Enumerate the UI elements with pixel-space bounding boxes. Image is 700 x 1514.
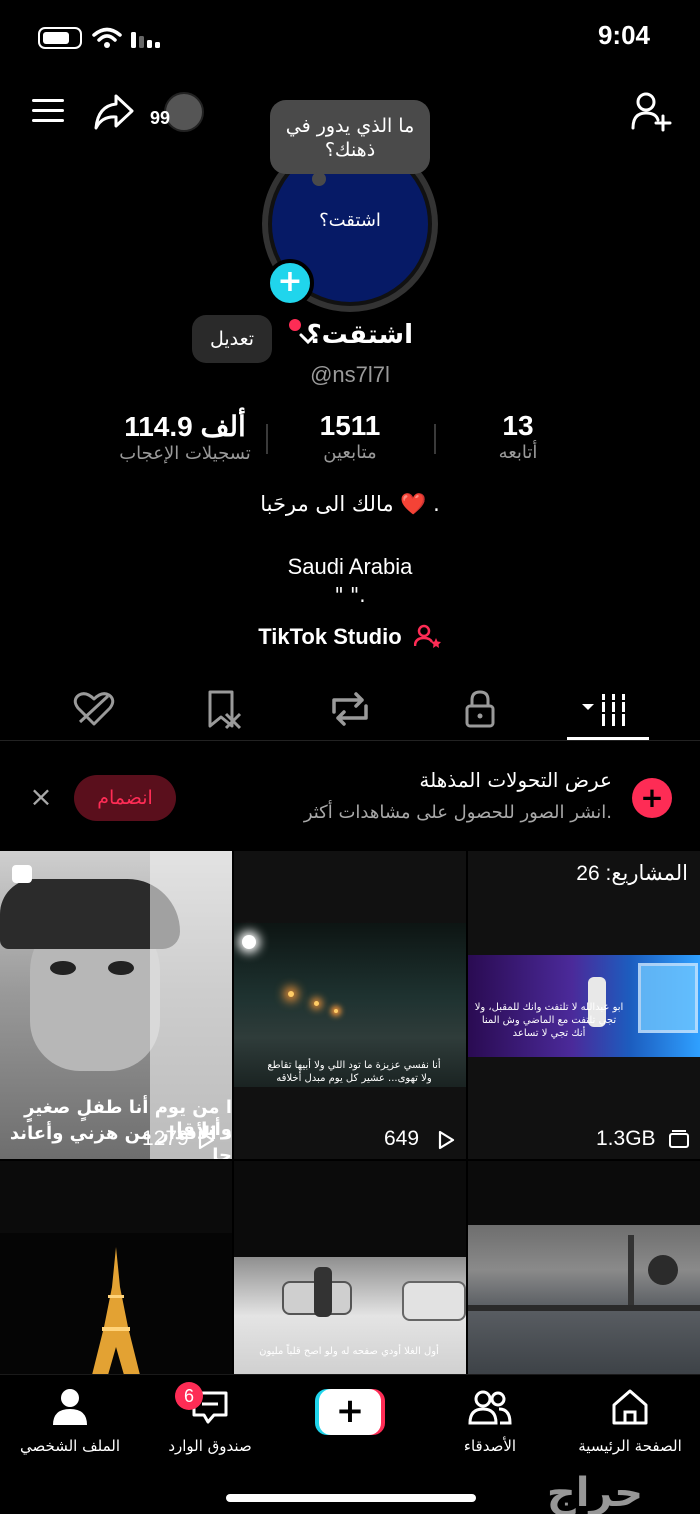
signal-icon <box>131 32 160 48</box>
storage-size: 1.3GB <box>596 1127 656 1150</box>
video-caption-1: أنا نفسي عزيزة ما تود اللي ولا أبيها تقا… <box>267 1060 441 1071</box>
inbox-badge: 6 <box>175 1382 203 1410</box>
nav-friends[interactable]: الأصدقاء <box>420 1387 560 1455</box>
battery-icon <box>38 27 82 49</box>
wifi-icon <box>92 27 122 48</box>
home-indicator[interactable] <box>226 1494 476 1502</box>
menu-icon[interactable] <box>30 96 66 126</box>
tab-reposts-icon[interactable] <box>324 686 376 732</box>
tab-liked-icon[interactable] <box>68 686 120 732</box>
nav-inbox[interactable]: صندوق الوارد <box>140 1387 280 1455</box>
share-count: 99 <box>150 108 171 128</box>
nav-friends-label: الأصدقاء <box>463 1437 517 1455</box>
stat-divider <box>266 424 268 454</box>
tab-videos-icon[interactable] <box>580 686 632 732</box>
tab-favorites-icon[interactable] <box>198 686 250 732</box>
add-story-button[interactable]: + <box>266 259 314 307</box>
folder-icon <box>669 1130 689 1148</box>
likes-label: تسجيلات الإعجاب <box>119 443 251 464</box>
nav-home-label: الصفحة الرئيسية <box>578 1437 682 1455</box>
promo-title: عرض التحولات المذهلة <box>419 768 612 792</box>
view-count: 649 <box>384 1127 420 1150</box>
close-promo-button[interactable]: × <box>28 782 54 812</box>
followers-count: 1511 <box>319 410 381 441</box>
nav-inbox-label: صندوق الوارد <box>168 1437 252 1455</box>
nav-home[interactable]: الصفحة الرئيسية <box>560 1387 700 1455</box>
join-button[interactable]: انضمام <box>74 775 176 821</box>
video-thumbnail <box>0 1233 232 1374</box>
video-cell[interactable] <box>468 1161 700 1374</box>
watermark-logo: حراج <box>546 1470 644 1514</box>
share-icon[interactable] <box>92 92 136 132</box>
video-cell[interactable]: ا من يوم أنا طفلٍ صغيرٍ وأنا قا د الأقدا… <box>0 851 232 1159</box>
video-thumbnail: أنا نفسي عزيزة ما تود اللي ولا أبيها تقا… <box>234 923 466 1087</box>
bio-line-3: " ". <box>334 583 366 607</box>
tiktok-studio-link[interactable]: TikTok Studio <box>200 624 500 650</box>
drafts-label: المشاريع: 26 <box>576 862 688 885</box>
video-cell[interactable]: أنا نفسي عزيزة ما تود اللي ولا أبيها تقا… <box>234 851 466 1159</box>
create-button[interactable]: + <box>315 1389 385 1435</box>
display-name: اشتقت؟ <box>306 320 413 350</box>
video-thumbnail: أول الغلا أودي صفحه له ولو اصح قلباً ملي… <box>234 1257 466 1374</box>
play-icon <box>198 1130 215 1150</box>
stat-likes: 114.9 ألف تسجيلات الإعجاب <box>110 410 260 464</box>
profile-icon <box>53 1389 87 1425</box>
bio-line-2: Saudi Arabia <box>287 554 413 579</box>
following-count: 13 <box>502 410 534 441</box>
view-count: 1279 <box>142 1127 189 1150</box>
studio-user-icon <box>413 624 441 648</box>
friends-icon <box>468 1390 512 1425</box>
followers-label: متابعين <box>323 442 377 463</box>
drafts-caption: ابو عبدالله لا تلتفت وانك للمقبل، ولا تج… <box>474 1002 624 1039</box>
video-cell[interactable]: أول الغلا أودي صفحه له ولو اصح قلباً ملي… <box>234 1161 466 1374</box>
promo-subtitle: انشر الصور للحصول على مشاهدات أكثر. <box>303 802 612 823</box>
avatar-text: اشتقت؟ <box>319 210 381 231</box>
thought-bubble[interactable]: ما الذي يدور في ذهنك؟ <box>270 100 430 174</box>
bio-line-1: مالك الى مرحَبا ❤️ . <box>260 492 440 516</box>
add-photo-icon: + <box>632 778 672 818</box>
edit-profile-button[interactable]: تعديل <box>192 315 272 363</box>
plus-icon: + <box>319 1389 381 1435</box>
tab-private-icon[interactable] <box>454 686 506 732</box>
video-caption: أول الغلا أودي صفحه له ولو اصح قلباً ملي… <box>259 1346 439 1357</box>
photo-mode-icon <box>12 865 32 883</box>
video-caption-2: ولا تهوى... عشير كل يوم مبدل أخلاقه <box>276 1073 432 1084</box>
add-friend-icon[interactable] <box>630 90 674 132</box>
bubble-tail <box>312 172 326 186</box>
drafts-cell[interactable]: المشاريع: 26 ابو عبدالله لا تلتفت وانك ل… <box>468 851 700 1159</box>
drafts-thumbnail: ابو عبدالله لا تلتفت وانك للمقبل، ولا تج… <box>468 955 700 1057</box>
tab-divider <box>0 740 700 741</box>
stat-following[interactable]: 13 أتابعه <box>468 410 568 463</box>
studio-label: TikTok Studio <box>258 624 402 649</box>
play-icon <box>438 1130 455 1150</box>
tower-shape <box>92 1247 140 1374</box>
nav-profile-label: الملف الشخصي <box>20 1437 120 1455</box>
likes-count: 114.9 ألف <box>124 411 246 442</box>
nav-profile[interactable]: الملف الشخصي <box>0 1387 140 1455</box>
status-time: 9:04 <box>597 20 650 50</box>
stat-followers[interactable]: 1511 متابعين <box>290 410 410 463</box>
username-handle: @ns7l7l <box>310 362 390 387</box>
video-cell[interactable] <box>0 1161 232 1374</box>
video-thumbnail <box>468 1225 700 1374</box>
following-label: أتابعه <box>498 442 538 463</box>
stat-divider <box>434 424 436 454</box>
home-icon <box>612 1389 648 1425</box>
